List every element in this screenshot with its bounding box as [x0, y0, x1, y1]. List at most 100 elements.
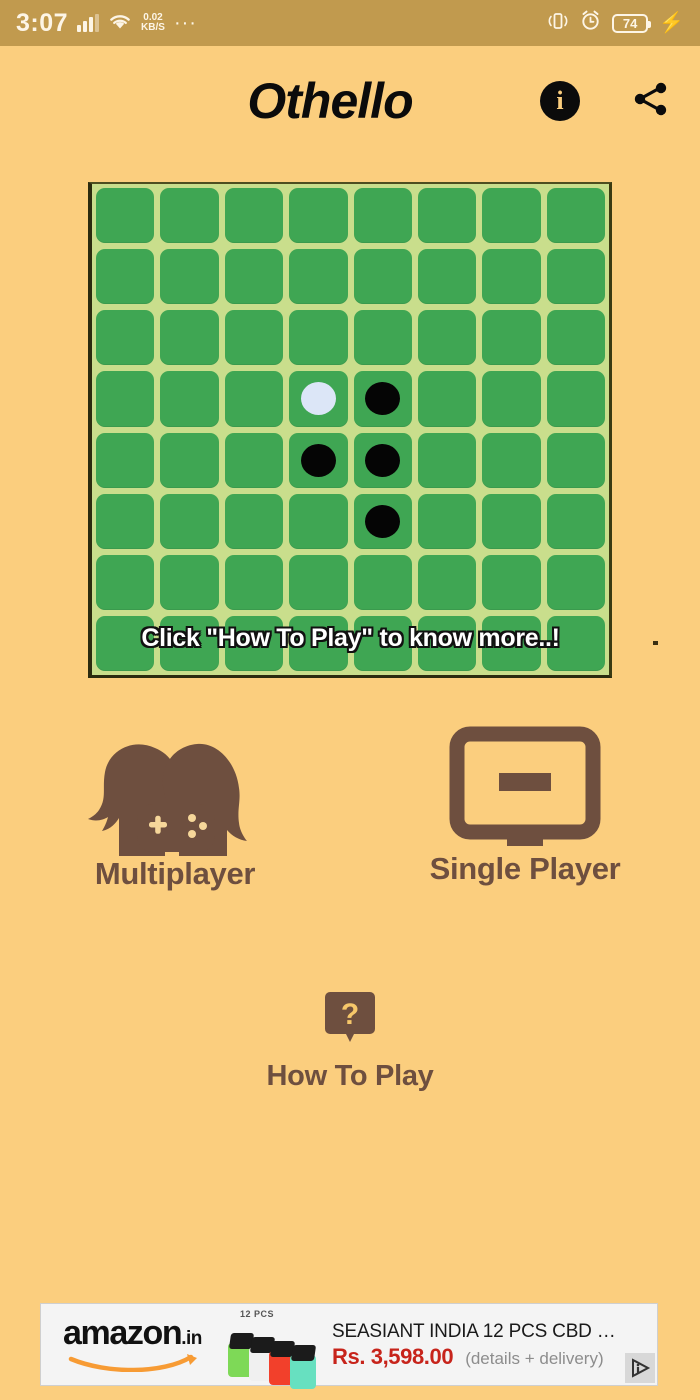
board-cell-r4-c7[interactable]	[482, 371, 541, 427]
status-bar-left: 3:07 0.02 KB/S ···	[16, 9, 197, 38]
single-player-button[interactable]: Single Player	[375, 726, 675, 887]
board-cell-r6-c1[interactable]	[96, 493, 155, 549]
board-cell-r6-c3[interactable]	[224, 493, 284, 549]
board-cell-r2-c1[interactable]	[96, 249, 155, 305]
svg-text:?: ?	[341, 998, 359, 1031]
ad-copy: SEASIANT INDIA 12 PCS CBD … Rs. 3,598.00…	[326, 1320, 657, 1370]
board-cell-r6-c5[interactable]	[353, 493, 412, 549]
board-cell-r1-c2[interactable]	[160, 188, 219, 244]
board-cell-r6-c6[interactable]	[417, 493, 477, 549]
info-icon[interactable]: i	[540, 81, 580, 121]
share-icon[interactable]	[630, 78, 672, 125]
adchoices-icon[interactable]	[625, 1353, 655, 1383]
board-cell-r8-c5[interactable]	[353, 615, 412, 671]
board-cell-r3-c5[interactable]	[353, 310, 412, 366]
ad-banner[interactable]: amazon.in 12 PCS SEASIANT INDIA 12 PCS C…	[40, 1303, 658, 1389]
board-cell-r4-c6[interactable]	[417, 371, 477, 427]
battery-level: 74	[622, 15, 638, 31]
board-cell-r7-c4[interactable]	[289, 554, 348, 610]
battery-icon: 74	[612, 13, 652, 33]
board-cell-r4-c2[interactable]	[160, 371, 219, 427]
board-cell-r2-c8[interactable]	[546, 249, 605, 305]
board-cell-r1-c3[interactable]	[224, 188, 284, 244]
board-cell-r5-c1[interactable]	[96, 432, 155, 488]
board-cell-r4-c3[interactable]	[224, 371, 284, 427]
screen-artifact-dot	[653, 641, 658, 645]
board-cell-r5-c3[interactable]	[224, 432, 284, 488]
how-to-play-label: How To Play	[266, 1060, 434, 1092]
board-cell-r4-c5[interactable]	[353, 371, 412, 427]
board-cell-r7-c1[interactable]	[96, 554, 155, 610]
board-cell-r1-c8[interactable]	[546, 188, 605, 244]
board-grid[interactable]	[96, 188, 605, 671]
wifi-icon	[108, 12, 132, 35]
board-cell-r8-c8[interactable]	[546, 615, 605, 671]
board-cell-r7-c7[interactable]	[482, 554, 541, 610]
board-cell-r1-c1[interactable]	[96, 188, 155, 244]
board-cell-r4-c8[interactable]	[546, 371, 605, 427]
board-cell-r6-c4[interactable]	[289, 493, 348, 549]
black-disc	[365, 443, 401, 477]
board-cell-r8-c2[interactable]	[160, 615, 219, 671]
status-bar-right: 74 ⚡	[547, 10, 684, 36]
multiplayer-label: Multiplayer	[94, 856, 256, 891]
board-cell-r3-c7[interactable]	[482, 310, 541, 366]
ad-details: (details + delivery)	[465, 1348, 604, 1368]
board-cell-r1-c4[interactable]	[289, 188, 348, 244]
board-cell-r5-c8[interactable]	[546, 432, 605, 488]
board-cell-r5-c7[interactable]	[482, 432, 541, 488]
board-cell-r4-c1[interactable]	[96, 371, 155, 427]
board-cell-r3-c1[interactable]	[96, 310, 155, 366]
board-cell-r8-c6[interactable]	[417, 615, 477, 671]
board-cell-r3-c8[interactable]	[546, 310, 605, 366]
board-cell-r2-c4[interactable]	[289, 249, 348, 305]
ad-product-image: 12 PCS	[216, 1303, 326, 1389]
multiplayer-button[interactable]: Multiplayer	[25, 726, 325, 892]
board-cell-r2-c5[interactable]	[353, 249, 412, 305]
board-cell-r8-c3[interactable]	[224, 615, 284, 671]
ad-title: SEASIANT INDIA 12 PCS CBD …	[332, 1320, 616, 1342]
board-cell-r5-c4[interactable]	[289, 432, 348, 488]
board-cell-r3-c2[interactable]	[160, 310, 219, 366]
board-cell-r3-c3[interactable]	[224, 310, 284, 366]
board-cell-r3-c6[interactable]	[417, 310, 477, 366]
board-cell-r6-c2[interactable]	[160, 493, 219, 549]
status-bar: 3:07 0.02 KB/S ··· 74 ⚡	[0, 0, 700, 46]
board-cell-r4-c4[interactable]	[289, 371, 348, 427]
board-cell-r5-c2[interactable]	[160, 432, 219, 488]
black-disc	[365, 382, 401, 416]
amazon-brand: amazon	[63, 1313, 183, 1352]
main-menu: Multiplayer Single Player	[0, 726, 700, 892]
white-disc	[300, 382, 336, 416]
board-cell-r2-c7[interactable]	[482, 249, 541, 305]
board-cell-r2-c3[interactable]	[224, 249, 284, 305]
board-cell-r7-c8[interactable]	[546, 554, 605, 610]
board-cell-r8-c1[interactable]	[96, 615, 155, 671]
board-cell-r6-c7[interactable]	[482, 493, 541, 549]
board-cell-r1-c7[interactable]	[482, 188, 541, 244]
board-cell-r8-c4[interactable]	[289, 615, 348, 671]
vibrate-icon	[547, 11, 569, 36]
board-cell-r2-c6[interactable]	[417, 249, 477, 305]
how-to-play-button[interactable]: ? How To Play	[0, 990, 700, 1093]
status-overflow-icon: ···	[173, 12, 197, 34]
single-player-label: Single Player	[429, 851, 621, 886]
board-cell-r3-c4[interactable]	[289, 310, 348, 366]
board-cell-r5-c5[interactable]	[353, 432, 412, 488]
question-bubble-icon: ?	[324, 990, 376, 1046]
alarm-icon	[580, 10, 601, 36]
ad-product-caption: 12 PCS	[240, 1309, 275, 1319]
board-cell-r7-c5[interactable]	[353, 554, 412, 610]
board-cell-r5-c6[interactable]	[417, 432, 477, 488]
board-cell-r2-c2[interactable]	[160, 249, 219, 305]
two-players-gamepad-icon	[85, 726, 265, 856]
board-cell-r7-c6[interactable]	[417, 554, 477, 610]
board-cell-r1-c5[interactable]	[353, 188, 412, 244]
board-cell-r8-c7[interactable]	[482, 615, 541, 671]
board-cell-r6-c8[interactable]	[546, 493, 605, 549]
board-cell-r7-c3[interactable]	[224, 554, 284, 610]
board-cell-r7-c2[interactable]	[160, 554, 219, 610]
monitor-icon	[445, 726, 605, 851]
game-board[interactable]: Click "How To Play" to know more..!	[88, 182, 612, 678]
board-cell-r1-c6[interactable]	[417, 188, 477, 244]
